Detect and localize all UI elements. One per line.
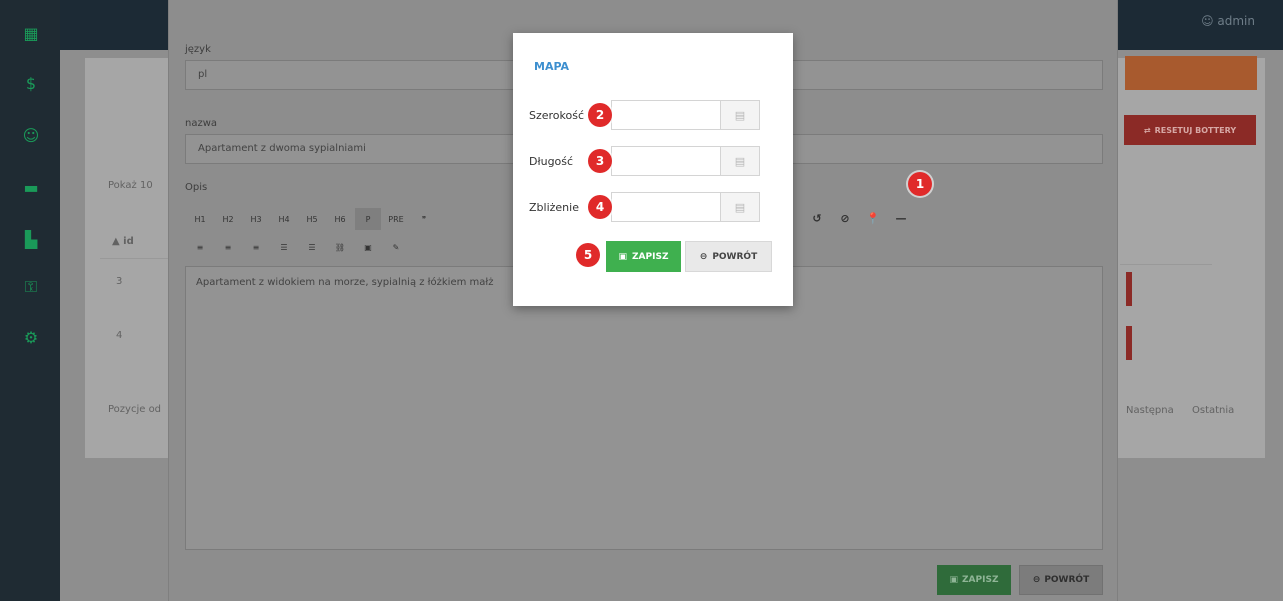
user-icon: ☺ xyxy=(1201,14,1218,28)
cogs-icon[interactable]: ⚙ xyxy=(20,326,42,348)
description-label: Opis xyxy=(185,182,208,193)
step-marker-3: 3 xyxy=(588,149,612,173)
step-marker-2: 2 xyxy=(588,103,612,127)
key-icon[interactable]: ⚿ xyxy=(20,276,42,298)
show-entries-label: Pokaż 10 xyxy=(108,180,153,191)
column-header-id[interactable]: ▲ id xyxy=(112,236,134,247)
dollar-icon[interactable]: $ xyxy=(20,72,42,94)
table-divider xyxy=(1120,264,1212,265)
zoom-label: Zbliżenie xyxy=(529,201,579,214)
list-icon[interactable]: ☰ xyxy=(299,236,325,258)
editor-toolbar-row-2: ≡ ≡ ≡ ☰ ☰ ⛓ ▣ ✎ xyxy=(187,236,411,258)
zoom-input[interactable] xyxy=(611,192,735,222)
align-center-icon[interactable]: ≡ xyxy=(215,236,241,258)
row-delete-button[interactable] xyxy=(1126,272,1132,306)
latitude-addon-icon: ▤ xyxy=(720,100,760,130)
pre-button[interactable]: PRE xyxy=(383,208,409,230)
table-row: 4 xyxy=(116,330,123,341)
latitude-input[interactable] xyxy=(611,100,735,130)
pagination-info: Pozycje od xyxy=(108,404,162,415)
h2-button[interactable]: H2 xyxy=(215,208,241,230)
h4-button[interactable]: H4 xyxy=(271,208,297,230)
back-button[interactable]: ⊖ POWRÓT xyxy=(1019,565,1103,595)
step-marker-4: 4 xyxy=(588,195,612,219)
back-icon: ⊖ xyxy=(699,251,708,262)
longitude-addon-icon: ▤ xyxy=(720,146,760,176)
align-right-icon[interactable]: ≡ xyxy=(243,236,269,258)
map-back-button[interactable]: ⊖ POWRÓT xyxy=(685,241,772,272)
link-icon[interactable]: ⛓ xyxy=(327,236,353,258)
longitude-label: Długość xyxy=(529,155,574,168)
table-row: 3 xyxy=(116,276,123,287)
step-marker-1: 1 xyxy=(908,172,932,196)
align-left-icon[interactable]: ≡ xyxy=(187,236,213,258)
save-button[interactable]: ▣ ZAPISZ xyxy=(937,565,1011,595)
name-label: nazwa xyxy=(185,118,218,129)
back-icon: ⊖ xyxy=(1032,575,1041,585)
sidebar: ▦ $ ☺ ▬ ▙ ⚿ ⚙ xyxy=(0,0,60,601)
h6-button[interactable]: H6 xyxy=(327,208,353,230)
zoom-addon-icon: ▤ xyxy=(720,192,760,222)
lang-label: język xyxy=(185,44,211,55)
h1-button[interactable]: H1 xyxy=(187,208,213,230)
table-divider xyxy=(100,258,168,259)
save-icon: ▣ xyxy=(618,251,628,262)
user-menu[interactable]: ☺ admin xyxy=(1201,14,1255,28)
map-save-button[interactable]: ▣ ZAPISZ xyxy=(606,241,681,272)
longitude-input[interactable] xyxy=(611,146,735,176)
pen-icon[interactable]: ✎ xyxy=(383,236,409,258)
user-label: admin xyxy=(1217,14,1255,28)
step-marker-5: 5 xyxy=(576,243,600,267)
align-justify-icon[interactable]: ☰ xyxy=(271,236,297,258)
horizontal-rule-icon[interactable]: — xyxy=(893,208,909,228)
pagination-last[interactable]: Ostatnia xyxy=(1192,405,1234,416)
editor-toolbar-row-1: H1 H2 H3 H4 H5 H6 P PRE ❞ xyxy=(187,208,439,230)
save-icon: ▣ xyxy=(949,575,959,585)
h3-button[interactable]: H3 xyxy=(243,208,269,230)
bed-icon[interactable]: ▬ xyxy=(20,176,42,198)
building-icon[interactable]: ▙ xyxy=(20,228,42,250)
orange-action-bar[interactable] xyxy=(1125,56,1257,90)
undo-icon[interactable]: ↺ xyxy=(809,208,825,228)
users-icon[interactable]: ☺ xyxy=(20,124,42,146)
block-icon[interactable]: ⊘ xyxy=(837,208,853,228)
quote-button[interactable]: ❞ xyxy=(411,208,437,230)
editor-text: Apartament z widokiem na morze, sypialni… xyxy=(196,277,494,288)
calendar-icon[interactable]: ▦ xyxy=(20,22,42,44)
image-icon[interactable]: ▣ xyxy=(355,236,381,258)
map-dialog: MAPA Szerokość ▤ Długość ▤ Zbliżenie ▤ ▣… xyxy=(513,33,793,306)
latitude-label: Szerokość xyxy=(529,109,585,122)
reset-button[interactable]: ⇄ RESETUJ BOTTERY xyxy=(1124,115,1256,145)
map-dialog-title: MAPA xyxy=(534,60,570,73)
row-delete-button[interactable] xyxy=(1126,326,1132,360)
reset-icon: ⇄ xyxy=(1143,125,1151,135)
h5-button[interactable]: H5 xyxy=(299,208,325,230)
paragraph-button[interactable]: P xyxy=(355,208,381,230)
map-marker-icon[interactable]: 📍 xyxy=(865,208,881,228)
editor-toolbar-right: C ↺ ⊘ 📍 — xyxy=(781,208,909,228)
description-editor[interactable]: Apartament z widokiem na morze, sypialni… xyxy=(185,266,1103,550)
pagination-next[interactable]: Następna xyxy=(1126,405,1174,416)
